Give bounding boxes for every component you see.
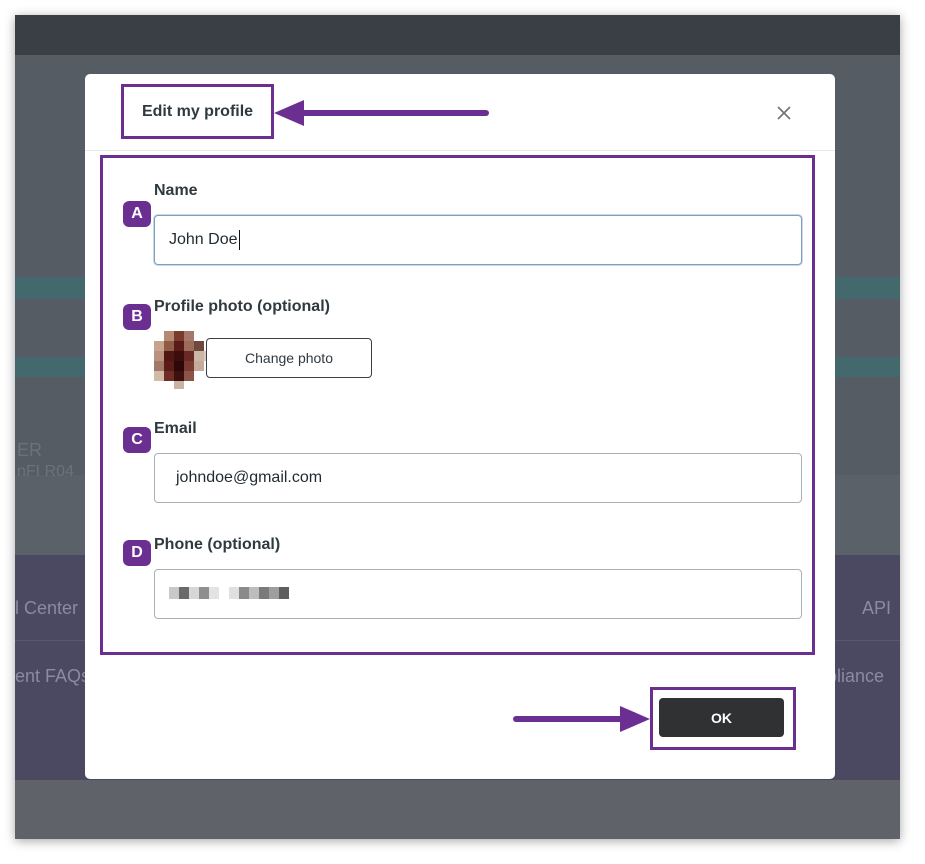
email-input[interactable]: johndoe@gmail.com <box>154 453 802 503</box>
top-nav-bar <box>15 15 900 55</box>
close-icon[interactable] <box>774 103 794 123</box>
phone-input[interactable] <box>154 569 802 619</box>
avatar <box>154 331 212 389</box>
annotation-badge-a: A <box>123 201 151 227</box>
annotation-arrow-right <box>513 706 650 732</box>
profile-photo-label: Profile photo (optional) <box>154 298 330 315</box>
annotation-badge-b: B <box>123 304 151 330</box>
background-text: ER <box>17 440 43 460</box>
masked-phone-value <box>169 587 289 599</box>
name-input[interactable]: John Doe <box>154 215 802 265</box>
footer-link: pliance <box>827 666 885 686</box>
email-label: Email <box>154 420 197 437</box>
text-caret <box>238 230 240 250</box>
annotation-arrow-left <box>274 100 489 126</box>
ok-button[interactable]: OK <box>659 698 784 737</box>
name-label: Name <box>154 182 198 199</box>
modal-title: Edit my profile <box>121 84 274 139</box>
name-input-value: John Doe <box>169 231 238 248</box>
annotation-badge-c: C <box>123 427 151 453</box>
profile-form: A Name John Doe B Profile photo (optiona… <box>100 155 815 655</box>
footer-link: l Center <box>15 598 79 618</box>
change-photo-button[interactable]: Change photo <box>206 338 372 378</box>
header-divider <box>85 150 835 151</box>
background-footer <box>15 780 900 839</box>
footer-link: ent FAQs <box>15 666 91 686</box>
footer-link: API <box>862 598 892 618</box>
background-text: nFI R04 <box>17 463 74 480</box>
email-input-value: johndoe@gmail.com <box>176 469 323 486</box>
edit-profile-modal: Edit my profile A Name John Doe B Profil… <box>85 74 835 779</box>
annotation-badge-d: D <box>123 540 151 566</box>
phone-label: Phone (optional) <box>154 536 281 553</box>
